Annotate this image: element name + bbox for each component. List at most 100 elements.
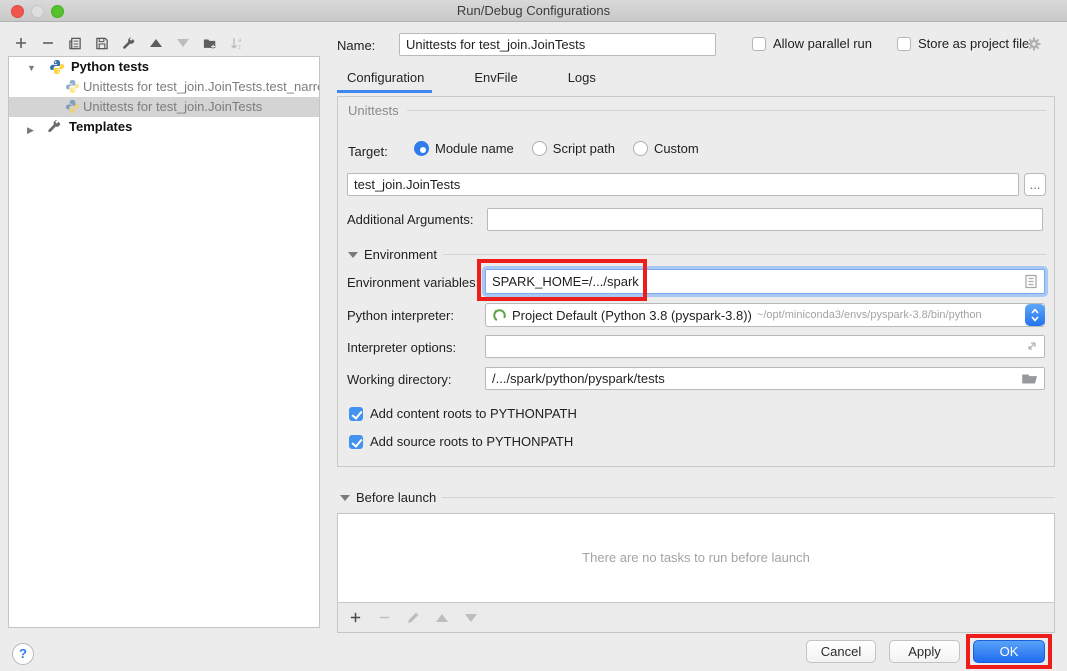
working-directory-label: Working directory: bbox=[347, 372, 452, 387]
conda-env-icon bbox=[492, 308, 507, 323]
interpreter-options-input[interactable] bbox=[485, 335, 1045, 358]
templates-wrench-icon bbox=[47, 119, 63, 135]
move-task-up-icon bbox=[435, 610, 449, 626]
tree-collapse-icon[interactable]: ▼ bbox=[27, 58, 36, 78]
name-input[interactable] bbox=[399, 33, 716, 56]
interpreter-options-label: Interpreter options: bbox=[347, 340, 456, 355]
environment-section-header[interactable]: Environment bbox=[348, 247, 1046, 262]
python-test-icon bbox=[65, 99, 81, 115]
target-input[interactable] bbox=[347, 173, 1019, 196]
window-title: Run/Debug Configurations bbox=[0, 3, 1067, 18]
move-up-icon[interactable] bbox=[149, 35, 163, 51]
configurations-toolbar: az bbox=[14, 32, 244, 54]
python-interpreter-select[interactable]: Project Default (Python 3.8 (pyspark-3.8… bbox=[485, 303, 1045, 327]
add-source-roots-checkbox[interactable]: Add source roots to PYTHONPATH bbox=[349, 434, 573, 449]
move-task-down-icon bbox=[464, 610, 478, 626]
cancel-button[interactable]: Cancel bbox=[806, 640, 876, 663]
radio-custom[interactable]: Custom bbox=[633, 141, 699, 156]
tree-item-jointests-selected[interactable]: Unittests for test_join.JoinTests bbox=[9, 97, 319, 117]
checkbox-checked-icon[interactable] bbox=[349, 435, 363, 449]
before-launch-task-list: There are no tasks to run before launch bbox=[337, 513, 1055, 603]
checkbox-icon[interactable] bbox=[897, 37, 911, 51]
environment-variables-label: Environment variables: bbox=[347, 275, 479, 290]
before-launch-label: Before launch bbox=[356, 490, 436, 505]
checkbox-checked-icon[interactable] bbox=[349, 407, 363, 421]
move-down-icon bbox=[176, 35, 190, 51]
radio-icon[interactable] bbox=[414, 141, 429, 156]
tree-item-label: Templates bbox=[69, 117, 132, 137]
gear-icon[interactable] bbox=[1026, 36, 1042, 52]
tab-bar: Configuration EnvFile Logs bbox=[337, 68, 606, 87]
copy-icon[interactable] bbox=[68, 35, 82, 51]
allow-parallel-run-label: Allow parallel run bbox=[773, 36, 872, 51]
radio-module-name[interactable]: Module name bbox=[414, 141, 514, 156]
radio-icon[interactable] bbox=[633, 141, 648, 156]
python-interpreter-value: Project Default (Python 3.8 (pyspark-3.8… bbox=[512, 308, 752, 323]
tab-logs[interactable]: Logs bbox=[558, 68, 606, 87]
tab-envfile[interactable]: EnvFile bbox=[464, 68, 527, 87]
checkbox-icon[interactable] bbox=[752, 37, 766, 51]
svg-text:a: a bbox=[238, 38, 242, 44]
target-label: Target: bbox=[348, 144, 388, 159]
before-launch-header[interactable]: Before launch bbox=[340, 490, 1055, 505]
tree-item-python-tests[interactable]: ▼ Python tests bbox=[9, 57, 319, 77]
divider bbox=[442, 497, 1055, 498]
active-tab-indicator bbox=[337, 90, 432, 93]
edit-templates-wrench-icon[interactable] bbox=[122, 35, 136, 51]
before-launch-empty-text: There are no tasks to run before launch bbox=[338, 550, 1054, 565]
python-interpreter-label: Python interpreter: bbox=[347, 308, 454, 323]
allow-parallel-run-checkbox[interactable]: Allow parallel run bbox=[752, 36, 872, 51]
additional-arguments-input[interactable] bbox=[487, 208, 1043, 231]
remove-icon[interactable] bbox=[41, 35, 55, 51]
divider bbox=[443, 254, 1046, 255]
collapse-triangle-icon[interactable] bbox=[340, 495, 350, 501]
radio-script-path[interactable]: Script path bbox=[532, 141, 615, 156]
target-radio-group: Module name Script path Custom bbox=[414, 141, 699, 156]
add-source-roots-label: Add source roots to PYTHONPATH bbox=[370, 434, 573, 449]
ok-button[interactable]: OK bbox=[973, 640, 1045, 663]
save-icon[interactable] bbox=[95, 35, 109, 51]
working-directory-input[interactable] bbox=[485, 367, 1045, 390]
environment-variables-input[interactable] bbox=[485, 269, 1045, 294]
configuration-panel: Unittests Target: Module name Script pat… bbox=[337, 96, 1055, 467]
sort-alphabetically-icon: az bbox=[230, 35, 244, 51]
python-test-icon bbox=[65, 79, 81, 95]
expand-field-icon[interactable] bbox=[1025, 339, 1041, 355]
remove-task-icon bbox=[377, 610, 391, 626]
new-folder-icon[interactable] bbox=[203, 35, 217, 51]
tree-expand-icon[interactable]: ▶ bbox=[27, 120, 34, 140]
python-logo-icon bbox=[49, 59, 65, 75]
tree-item-test-narrow[interactable]: Unittests for test_join.JoinTests.test_n… bbox=[9, 77, 319, 97]
tree-item-templates[interactable]: ▶ Templates bbox=[9, 117, 319, 137]
radio-label: Custom bbox=[654, 141, 699, 156]
tab-configuration[interactable]: Configuration bbox=[337, 68, 434, 87]
browse-button[interactable]: ... bbox=[1024, 173, 1046, 196]
divider bbox=[407, 110, 1046, 111]
radio-icon[interactable] bbox=[532, 141, 547, 156]
before-launch-toolbar bbox=[337, 603, 1055, 633]
name-label: Name: bbox=[337, 38, 375, 53]
dropdown-stepper-icon[interactable] bbox=[1025, 304, 1045, 326]
environment-header-label: Environment bbox=[364, 247, 437, 262]
tree-item-label: Unittests for test_join.JoinTests.test_n… bbox=[83, 77, 320, 97]
unittests-group-label: Unittests bbox=[348, 103, 399, 118]
add-icon[interactable] bbox=[14, 35, 28, 51]
add-task-icon[interactable] bbox=[348, 610, 362, 626]
edit-task-pencil-icon bbox=[406, 610, 420, 626]
run-debug-configurations-dialog: Run/Debug Configurations az ▼ Python tes… bbox=[0, 0, 1067, 671]
apply-button[interactable]: Apply bbox=[889, 640, 960, 663]
tree-item-label: Unittests for test_join.JoinTests bbox=[83, 97, 262, 117]
folder-icon[interactable] bbox=[1022, 371, 1038, 387]
add-content-roots-checkbox[interactable]: Add content roots to PYTHONPATH bbox=[349, 406, 577, 421]
radio-label: Module name bbox=[435, 141, 514, 156]
list-editor-icon[interactable] bbox=[1024, 274, 1040, 290]
add-content-roots-label: Add content roots to PYTHONPATH bbox=[370, 406, 577, 421]
collapse-triangle-icon[interactable] bbox=[348, 252, 358, 258]
help-button[interactable]: ? bbox=[12, 643, 34, 665]
title-bar: Run/Debug Configurations bbox=[0, 0, 1067, 22]
configurations-tree: ▼ Python tests Unittests for test_join.J… bbox=[8, 56, 320, 628]
store-as-project-file-label: Store as project file bbox=[918, 36, 1029, 51]
python-interpreter-path: ~/opt/miniconda3/envs/pyspark-3.8/bin/py… bbox=[757, 309, 982, 321]
store-as-project-file-checkbox[interactable]: Store as project file bbox=[897, 36, 1029, 51]
radio-label: Script path bbox=[553, 141, 615, 156]
